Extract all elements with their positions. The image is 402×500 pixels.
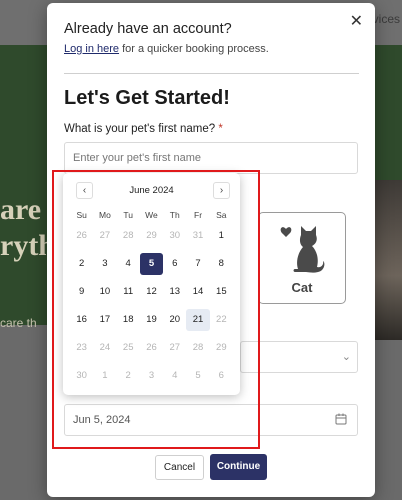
calendar-day[interactable]: 5 [186, 365, 209, 387]
dropdown-select[interactable]: ⌄ [240, 341, 358, 373]
calendar-day[interactable]: 13 [163, 281, 186, 303]
calendar-day[interactable]: 28 [117, 225, 140, 247]
calendar-week-row: 30 1 2 3 4 5 6 [70, 365, 233, 387]
calendar-day[interactable]: 27 [93, 225, 116, 247]
calendar-day[interactable]: 2 [70, 253, 93, 275]
cat-icon [280, 226, 325, 273]
calendar-day[interactable]: 29 [140, 225, 163, 247]
calendar-day[interactable]: 26 [140, 337, 163, 359]
calendar-day[interactable]: 6 [163, 253, 186, 275]
calendar-day[interactable]: 21 [186, 309, 210, 331]
calendar-day[interactable]: 1 [210, 225, 233, 247]
calendar-day[interactable]: 16 [70, 309, 93, 331]
calendar-day[interactable]: 19 [140, 309, 163, 331]
required-mark: * [218, 123, 223, 135]
calendar-day[interactable]: 30 [70, 365, 93, 387]
calendar-day[interactable]: 26 [70, 225, 93, 247]
calendar-day[interactable]: 30 [163, 225, 186, 247]
weekday-label: Fr [194, 210, 203, 220]
calendar-day[interactable]: 11 [117, 281, 140, 303]
account-subtext: Log in here for a quicker booking proces… [64, 43, 269, 55]
weekday-header: Su Mo Tu We Th Fr Sa [70, 204, 233, 226]
weekday-label: Mo [99, 210, 111, 220]
calendar-week-row: 26 27 28 29 30 31 1 [70, 225, 233, 247]
calendar-day[interactable]: 25 [117, 337, 140, 359]
chevron-down-icon: ⌄ [341, 351, 351, 363]
calendar-day[interactable]: 28 [186, 337, 209, 359]
weekday-label: Su [76, 210, 87, 220]
date-value: Jun 5, 2024 [73, 414, 131, 426]
background-nav-text: vices [372, 12, 400, 26]
calendar-day[interactable]: 27 [163, 337, 186, 359]
calendar-week-row: 2345678 [70, 253, 233, 275]
calendar-day[interactable]: 6 [210, 365, 233, 387]
weekday-label: Tu [123, 210, 133, 220]
pet-name-label: What is your pet's first name? * [64, 123, 223, 135]
calendar-day[interactable]: 14 [186, 281, 209, 303]
calendar-icon [335, 413, 347, 425]
calendar-day[interactable]: 10 [93, 281, 116, 303]
calendar-day[interactable]: 3 [140, 365, 163, 387]
calendar-day[interactable]: 15 [210, 281, 233, 303]
calendar-day[interactable]: 18 [117, 309, 140, 331]
weekday-label: Th [169, 210, 180, 220]
calendar-day[interactable]: 9 [70, 281, 93, 303]
calendar-week-row: 9 10 11 12 13 14 15 [70, 281, 233, 303]
calendar-day[interactable]: 31 [186, 225, 209, 247]
close-icon[interactable]: ✕ [350, 11, 363, 31]
weekday-label: Sa [216, 210, 227, 220]
page-title: Let's Get Started! [64, 87, 230, 109]
next-month-button[interactable]: › [213, 182, 230, 199]
weekday-label: We [145, 210, 158, 220]
date-field[interactable]: Jun 5, 2024 [64, 404, 358, 436]
calendar-day[interactable]: 4 [117, 253, 140, 275]
calendar-week-row: 16 17 18 19 20 21 22 [70, 309, 233, 331]
calendar-day[interactable]: 29 [210, 337, 233, 359]
cancel-button[interactable]: Cancel [155, 455, 204, 480]
calendar-day[interactable]: 12 [140, 281, 163, 303]
calendar-day[interactable]: 3 [93, 253, 116, 275]
calendar-week-row: 23 24 25 26 27 28 29 [70, 337, 233, 359]
continue-button[interactable]: Continue [210, 454, 267, 480]
calendar-day-selected[interactable]: 5 [139, 253, 164, 275]
calendar-day[interactable]: 7 [186, 253, 209, 275]
background-cat-photo [372, 180, 402, 340]
calendar-day[interactable]: 1 [93, 365, 116, 387]
calendar-day[interactable]: 24 [93, 337, 116, 359]
calendar-day[interactable]: 17 [93, 309, 116, 331]
calendar-day[interactable]: 20 [163, 309, 186, 331]
login-suffix: for a quicker booking process. [119, 43, 269, 55]
account-title: Already have an account? [64, 21, 232, 37]
calendar-day[interactable]: 23 [70, 337, 93, 359]
pet-name-input[interactable] [64, 142, 358, 174]
date-picker-popup: ‹ June 2024 › Su Mo Tu We Th Fr Sa 26 27 2… [63, 173, 240, 395]
calendar-day[interactable]: 8 [210, 253, 233, 275]
calendar-day[interactable]: 2 [117, 365, 140, 387]
calendar-day[interactable]: 4 [163, 365, 186, 387]
login-link[interactable]: Log in here [64, 43, 119, 55]
pet-name-label-text: What is your pet's first name? [64, 123, 216, 135]
background-subtext: care th [0, 316, 37, 330]
calendar-day[interactable]: 22 [210, 309, 233, 331]
cat-label: Cat [291, 280, 313, 295]
divider [64, 73, 359, 74]
pet-type-cat-card[interactable]: Cat [258, 212, 346, 304]
